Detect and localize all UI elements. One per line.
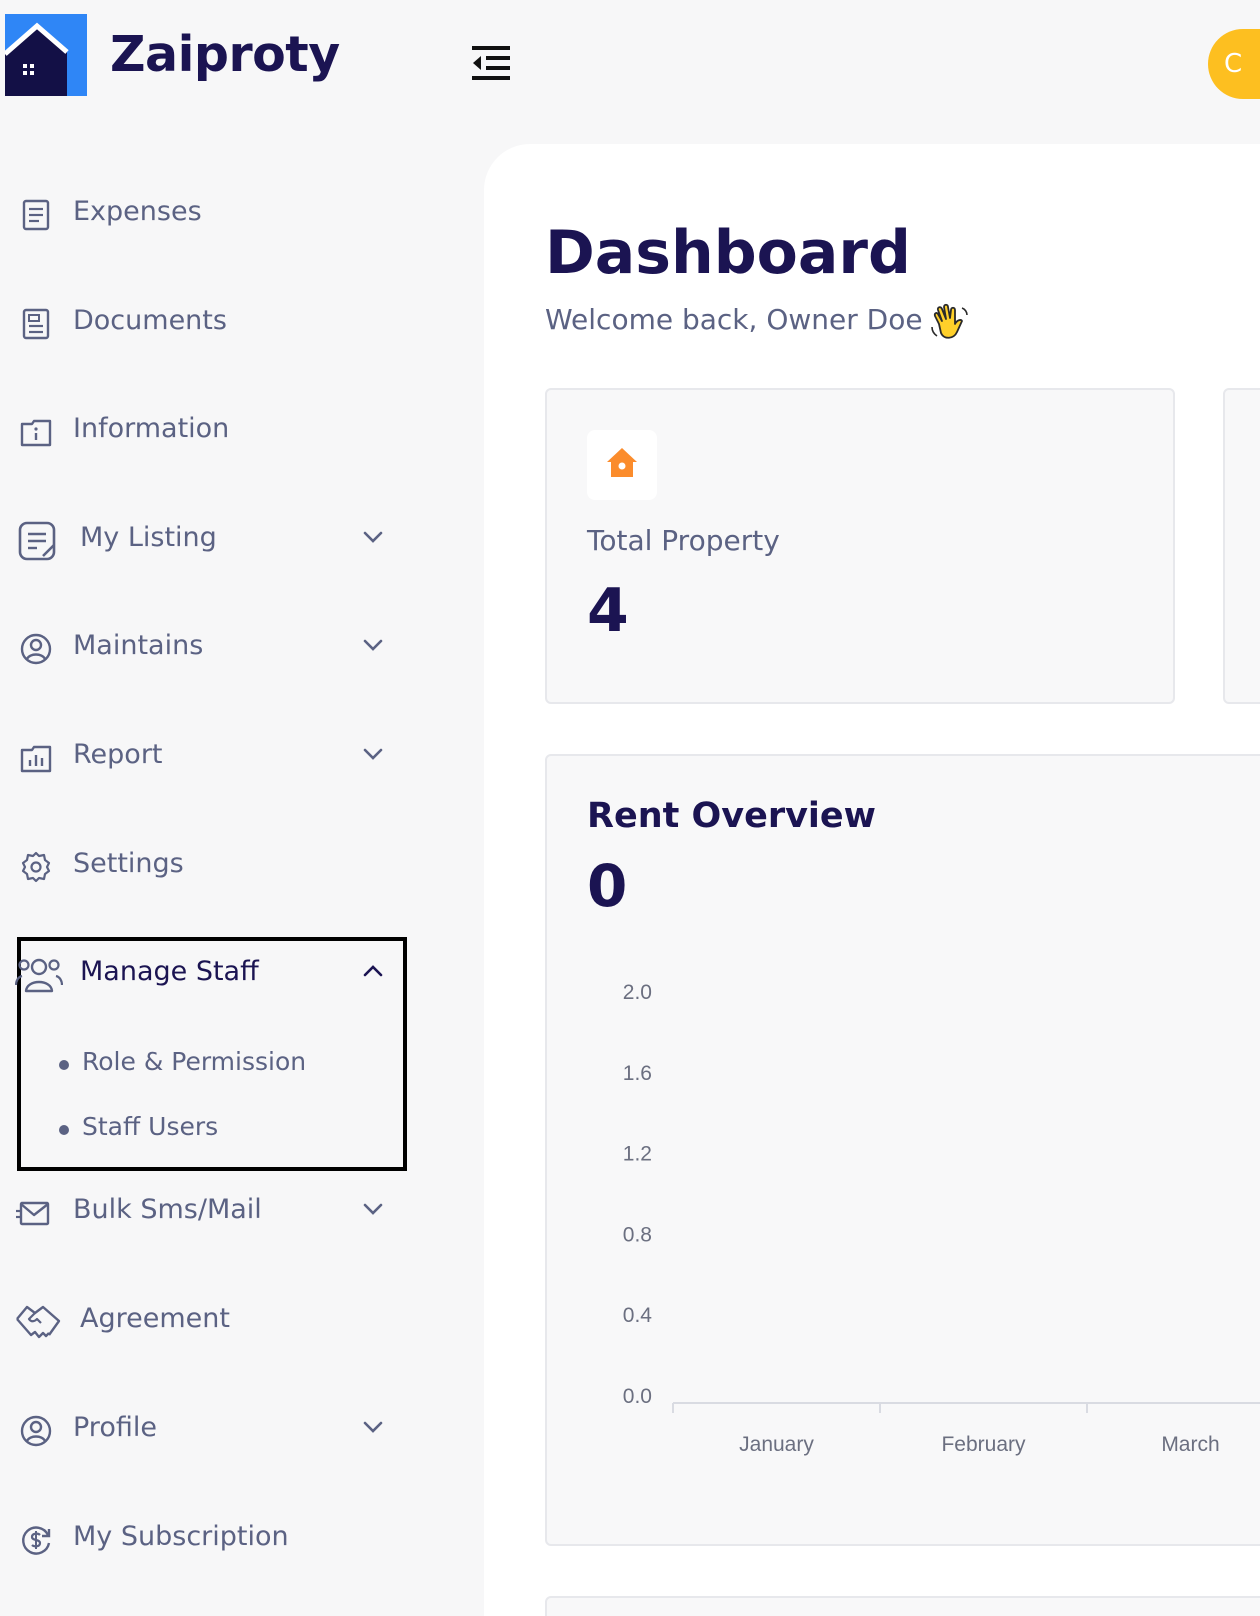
zaiproty-logo-icon — [5, 14, 87, 96]
chevron-down-icon — [363, 1421, 383, 1433]
welcome-message: Welcome back, Owner Doe — [545, 303, 923, 336]
staff-icon — [15, 958, 63, 993]
sidebar-item-settings[interactable]: Settings — [0, 832, 400, 896]
x-tick-label: March — [1161, 1433, 1219, 1456]
waving-hand-icon — [931, 303, 968, 339]
sidebar-item-label: My Subscription — [73, 1521, 289, 1552]
x-tick-label: January — [739, 1433, 814, 1456]
sidebar-item-label: Report — [73, 739, 163, 770]
sidebar-item-label: Bulk Sms/Mail — [73, 1194, 262, 1225]
sidebar-item-report[interactable]: Report — [0, 723, 400, 787]
profile-icon — [20, 1415, 52, 1447]
bullet-dot — [59, 1125, 69, 1135]
y-tick-label: 1.2 — [623, 1143, 652, 1166]
submenu-item-label: Staff Users — [82, 1112, 219, 1141]
header-action-button[interactable]: C — [1208, 29, 1260, 99]
house-icon — [607, 448, 637, 477]
y-tick-label: 0.4 — [623, 1304, 653, 1327]
sidebar-item-agreement[interactable]: Agreement — [0, 1287, 400, 1351]
stat-value: 4 — [587, 576, 629, 646]
information-icon — [20, 419, 52, 447]
maintains-icon — [20, 633, 52, 665]
sidebar-item-label: Documents — [73, 305, 227, 336]
sidebar-item-label: Settings — [73, 848, 184, 879]
y-tick-label: 0.8 — [623, 1223, 652, 1246]
sidebar-item-label: Profile — [73, 1412, 157, 1443]
documents-icon — [22, 308, 50, 340]
report-icon — [20, 745, 52, 773]
sidebar-item-my-subscription[interactable]: My Subscription — [0, 1505, 400, 1569]
rent-overview-card: Rent Overview 0 2.0 1.6 1.2 0.8 0.4 0.0 Januar… — [545, 754, 1260, 1546]
subscription-icon — [22, 1526, 51, 1555]
sidebar-item-label: Agreement — [80, 1303, 230, 1334]
stat-label: Total Property — [587, 524, 780, 557]
x-tick-label: February — [941, 1433, 1026, 1456]
sidebar-item-label: Maintains — [73, 630, 204, 661]
brand-name: Zaiproty — [110, 26, 340, 83]
property-icon-box — [587, 430, 657, 500]
chevron-down-icon — [363, 1203, 383, 1215]
expenses-icon — [22, 199, 50, 231]
sidebar-item-label: Information — [73, 413, 230, 444]
chevron-down-icon — [363, 531, 383, 543]
submenu-item-role-permission[interactable]: Role & Permission — [56, 1039, 376, 1083]
sidebar-item-expenses[interactable]: Expenses — [0, 180, 400, 244]
chevron-up-icon — [363, 965, 383, 977]
collapse-menu-icon[interactable] — [472, 46, 510, 80]
sidebar-item-label: Expenses — [73, 196, 202, 227]
bullet-dot — [59, 1060, 69, 1070]
gear-icon — [21, 851, 51, 883]
stat-card-partial — [1223, 388, 1260, 704]
sidebar-item-label: Manage Staff — [80, 956, 259, 987]
sidebar-item-profile[interactable]: Profile — [0, 1396, 400, 1460]
y-tick-label: 2.0 — [623, 981, 652, 1004]
page-title: Dashboard — [545, 218, 911, 288]
sidebar-item-information[interactable]: Information — [0, 397, 400, 461]
submenu-item-staff-users[interactable]: Staff Users — [56, 1104, 376, 1148]
listing-icon — [18, 521, 56, 561]
stat-card-total-property: Total Property 4 — [545, 388, 1175, 704]
sidebar-item-bulk-sms-mail[interactable]: Bulk Sms/Mail — [0, 1178, 400, 1242]
rent-overview-chart: 2.0 1.6 1.2 0.8 0.4 0.0 January February March — [623, 981, 1260, 1456]
sidebar-item-my-listing[interactable]: My Listing — [0, 506, 400, 570]
sidebar-item-label: My Listing — [80, 522, 217, 553]
handshake-icon — [16, 1305, 61, 1339]
y-tick-label: 1.6 — [623, 1062, 652, 1085]
bottom-card-partial — [545, 1596, 1260, 1616]
sidebar-item-maintains[interactable]: Maintains — [0, 614, 400, 678]
header-action-label: C — [1224, 49, 1243, 79]
sidebar-item-manage-staff[interactable]: Manage Staff — [0, 940, 400, 1004]
mail-icon — [16, 1201, 50, 1226]
sidebar-item-documents[interactable]: Documents — [0, 289, 400, 353]
chevron-down-icon — [363, 748, 383, 760]
chevron-down-icon — [363, 639, 383, 651]
y-tick-label: 0.0 — [623, 1385, 652, 1408]
submenu-item-label: Role & Permission — [82, 1047, 307, 1076]
